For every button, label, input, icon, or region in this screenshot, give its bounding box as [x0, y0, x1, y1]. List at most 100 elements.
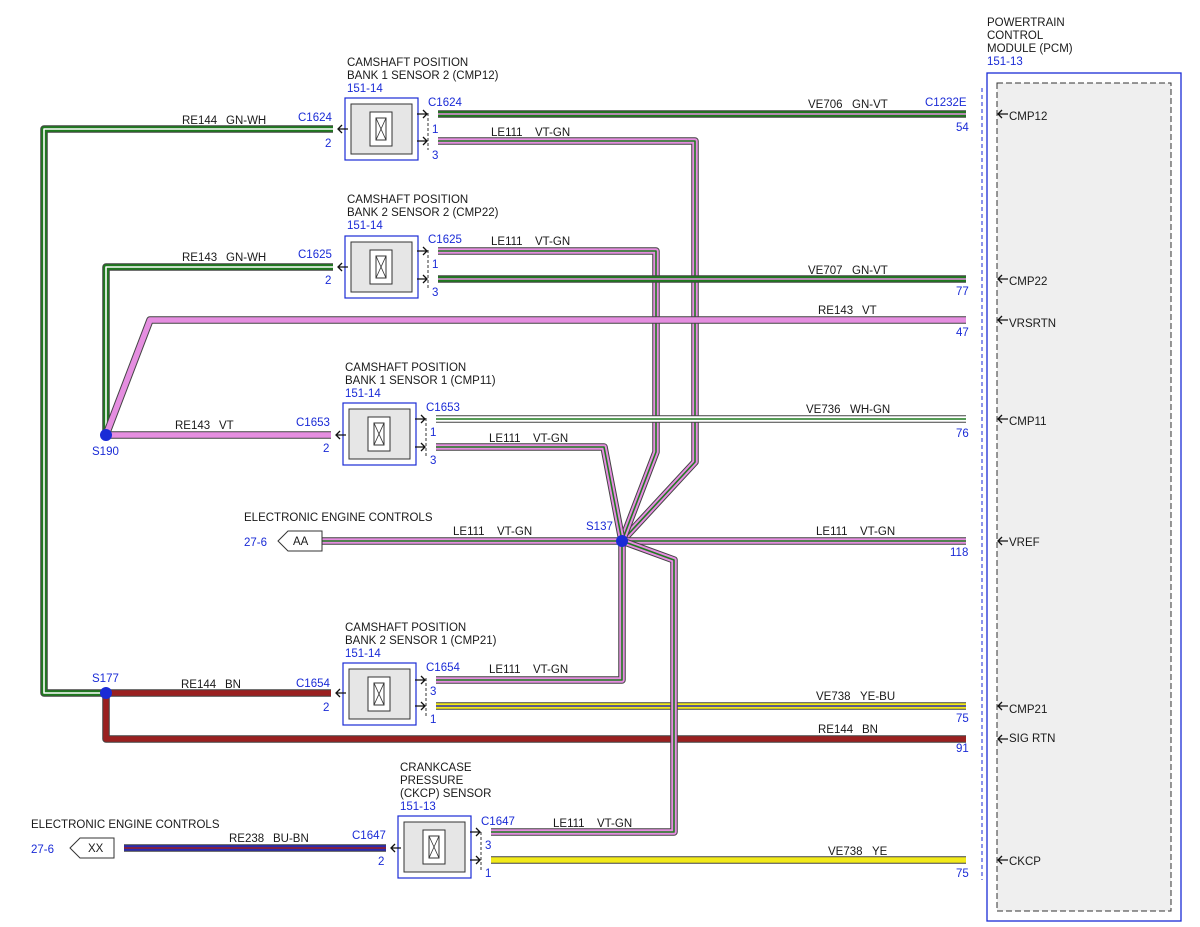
- terminal-pin: 118: [950, 547, 968, 559]
- terminal-pin: 47: [956, 327, 969, 339]
- terminal-name: CMP12: [1009, 111, 1047, 123]
- wire-circuit-label: LE111: [553, 818, 585, 830]
- sensor-title-line-2: BANK 1 SENSOR 1 (CMP11): [345, 375, 496, 387]
- pcm-title-line-3: MODULE (PCM): [987, 43, 1073, 55]
- wire-le111-vt-gn[interactable]: LE111 VT-GN: [436, 541, 626, 684]
- wire-color-label: BU-BN: [273, 833, 309, 845]
- wire-circuit-label: LE111: [453, 526, 485, 538]
- arrow-left-icon: [337, 124, 348, 134]
- wire-re238-bu-bn[interactable]: RE238 BU-BN: [124, 833, 386, 852]
- right-connector-label[interactable]: C1625: [428, 234, 462, 246]
- wire-circuit-label: RE143: [182, 252, 217, 264]
- wire-color-label: VT-GN: [597, 818, 632, 830]
- sensor-cmp22: CAMSHAFT POSITION BANK 2 SENSOR 2 (CMP22…: [298, 194, 499, 299]
- wire-ve707-gn-vt[interactable]: VE707 GN-VT: [438, 265, 966, 283]
- sensor-ref[interactable]: 151-14: [345, 648, 381, 660]
- left-connector-label[interactable]: C1624: [298, 112, 332, 124]
- pcm-title-line-2: CONTROL: [987, 30, 1044, 42]
- terminal-name: VREF: [1009, 537, 1040, 549]
- wire-stripe: [43, 128, 333, 694]
- wire-outline: [436, 541, 626, 684]
- wire-stripe: [438, 250, 657, 542]
- wire-circuit-label: VE736: [806, 404, 841, 416]
- wiring-diagram: RE144 GN-WH VE706 GN-VT LE111 VT-GN RE143 GN-WH…: [31, 17, 1182, 922]
- wire-circuit-label: LE111: [491, 236, 523, 248]
- pcm-title-line-1: POWERTRAIN: [987, 17, 1065, 29]
- sensor-ref[interactable]: 151-14: [345, 388, 381, 400]
- left-connector-label[interactable]: C1625: [298, 249, 332, 261]
- off-page-ref[interactable]: 27-6: [31, 844, 54, 856]
- wire-circuit-label: VE738: [828, 846, 863, 858]
- wire-circuit-label: RE144: [818, 724, 854, 736]
- sensor-ref[interactable]: 151-13: [400, 801, 436, 813]
- wire-color-label: VT-GN: [533, 433, 568, 445]
- terminal-name: CMP22: [1009, 276, 1047, 288]
- off-page-connector-xx[interactable]: ELECTRONIC ENGINE CONTROLS 27-6 XX: [31, 819, 220, 859]
- right-connector-label[interactable]: C1653: [426, 402, 460, 414]
- terminal-pin: 54: [956, 122, 969, 134]
- left-pin: 2: [378, 856, 384, 868]
- wires-layer: RE144 GN-WH VE706 GN-VT LE111 VT-GN RE143 GN-WH…: [40, 99, 966, 864]
- terminal-pin: 91: [956, 743, 969, 755]
- sensor-cmp12: CAMSHAFT POSITION BANK 1 SENSOR 2 (CMP12…: [298, 57, 499, 162]
- pcm-body: [996, 82, 1172, 912]
- wire-le111-vt-gn[interactable]: LE111 VT-GN: [322, 526, 622, 545]
- left-pin: 2: [323, 702, 329, 714]
- sensor-title-line-2: BANK 1 SENSOR 2 (CMP12): [347, 70, 499, 82]
- wire-outline: [40, 125, 333, 697]
- wire-ve738-ye[interactable]: VE738 YE: [491, 846, 966, 864]
- right-pin-b: 1: [485, 868, 491, 880]
- sensor-cmp11: CAMSHAFT POSITION BANK 1 SENSOR 1 (CMP11…: [296, 362, 496, 467]
- wire-circuit-label: VE707: [808, 265, 843, 277]
- left-connector-label[interactable]: C1654: [296, 678, 330, 690]
- wire-body: [436, 541, 625, 683]
- sensor-title-line-3: (CKCP) SENSOR: [400, 788, 491, 800]
- sensor-title-line-1: CAMSHAFT POSITION: [345, 622, 466, 634]
- sensor-title-line-1: CAMSHAFT POSITION: [347, 194, 468, 206]
- sensor-title-line-1: CAMSHAFT POSITION: [347, 57, 468, 69]
- sensor-ref[interactable]: 151-14: [347, 220, 383, 232]
- left-connector-label[interactable]: C1647: [352, 830, 386, 842]
- wire-outline: [491, 537, 678, 836]
- pcm-connector-label[interactable]: C1232E: [925, 97, 967, 109]
- splice-dot: [100, 687, 112, 699]
- sensor-title-line-2: BANK 2 SENSOR 2 (CMP22): [347, 207, 499, 219]
- wire-body: [41, 126, 333, 696]
- terminal-pin: 75: [956, 713, 969, 725]
- wire-ve736-wh-gn[interactable]: VE736 WH-GN: [436, 404, 966, 423]
- wire-le111-vt-gn[interactable]: LE111 VT-GN: [622, 526, 966, 545]
- wire-ve706-gn-vt[interactable]: VE706 GN-VT: [438, 99, 966, 118]
- wire-circuit-label: LE111: [816, 526, 848, 538]
- right-pin-a: 1: [432, 124, 438, 136]
- splice-dot: [616, 535, 628, 547]
- off-page-ref[interactable]: 27-6: [244, 537, 267, 549]
- wire-outline: [438, 247, 660, 543]
- splice-label: S190: [92, 446, 119, 458]
- wire-re144-gn-wh[interactable]: RE144 GN-WH: [40, 115, 333, 697]
- right-connector-label[interactable]: C1654: [426, 662, 460, 674]
- pcm-ref[interactable]: 151-13: [987, 56, 1023, 68]
- wire-color-label: YE-BU: [860, 691, 895, 703]
- wire-circuit-label: LE111: [489, 433, 521, 445]
- wire-circuit-label: VE738: [816, 691, 851, 703]
- arrow-left-icon: [335, 688, 346, 698]
- wire-le111-vt-gn[interactable]: LE111 VT-GN: [491, 537, 678, 836]
- right-pin-a: 3: [430, 686, 436, 698]
- right-connector-label[interactable]: C1647: [481, 816, 515, 828]
- sensor-ref[interactable]: 151-14: [347, 83, 383, 95]
- right-pin-b: 3: [432, 150, 438, 162]
- right-connector-label[interactable]: C1624: [428, 97, 462, 109]
- off-page-connector-aa[interactable]: ELECTRONIC ENGINE CONTROLS 27-6 AA: [244, 512, 433, 552]
- terminal-name: SIG RTN: [1009, 733, 1055, 745]
- arrow-left-icon: [337, 262, 348, 272]
- right-pin-a: 3: [485, 840, 491, 852]
- terminal-pin: 77: [956, 286, 969, 298]
- off-page-tag: AA: [293, 536, 309, 548]
- wire-circuit-label: RE143: [818, 305, 853, 317]
- terminal-name: CMP21: [1009, 704, 1047, 716]
- splice-dot: [100, 429, 112, 441]
- terminal-name: CMP11: [1009, 416, 1047, 428]
- terminal-pin: 76: [956, 428, 969, 440]
- wire-ve738-ye-bu[interactable]: VE738 YE-BU: [436, 691, 966, 710]
- left-connector-label[interactable]: C1653: [296, 417, 330, 429]
